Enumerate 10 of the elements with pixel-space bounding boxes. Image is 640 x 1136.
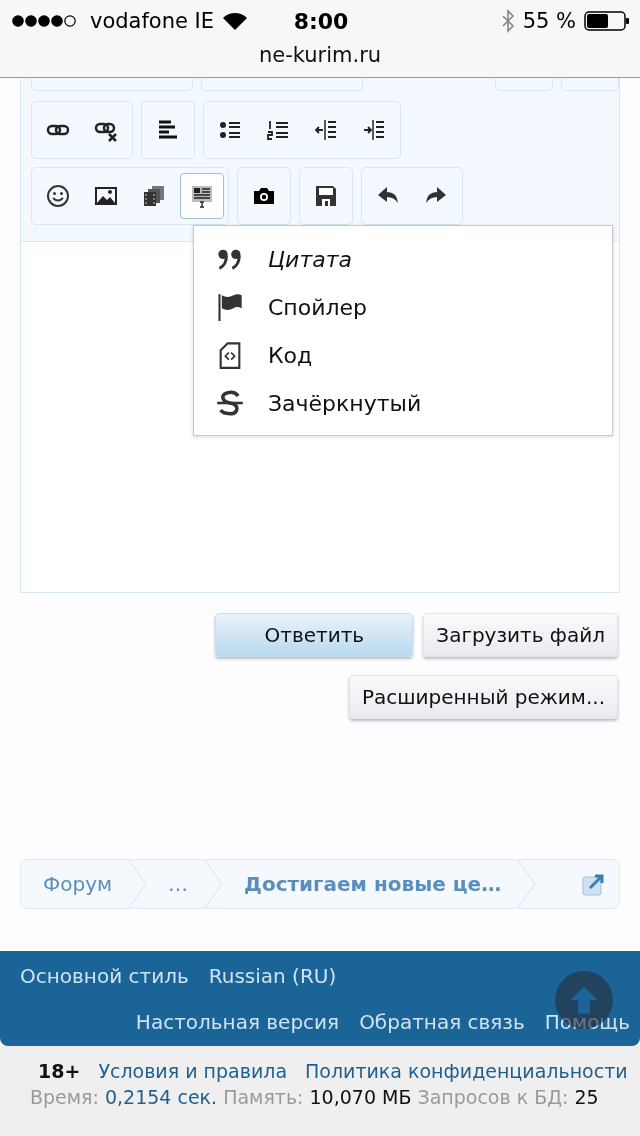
battery-percent: 55 % [522,9,576,33]
stat-label: Время: [30,1085,99,1110]
age-rating: 18+ [38,1059,81,1084]
clock: 8:00 [293,8,349,34]
stat-value: 25 [574,1085,599,1110]
stat-label: Память: [223,1085,304,1110]
stat-value: 10,070 МБ [309,1085,412,1110]
stat-label: Запросов к БД: [417,1085,569,1110]
page-address: ne-kurim.ru [257,42,383,68]
carrier-name: vodafone IE [90,9,215,33]
